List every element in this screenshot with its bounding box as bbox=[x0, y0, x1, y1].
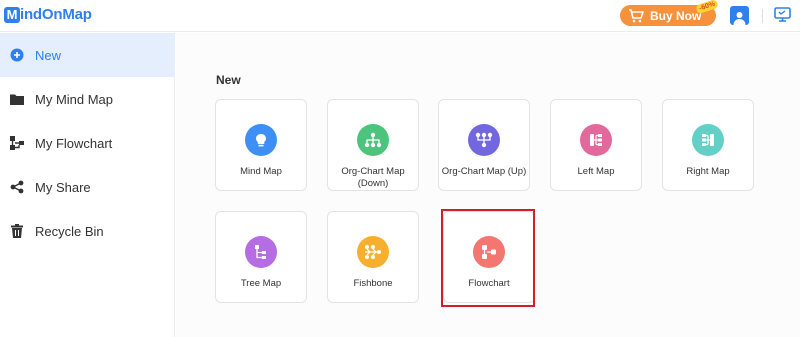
plus-circle-icon bbox=[10, 48, 24, 62]
template-label: Left Map bbox=[577, 166, 615, 177]
monitor-icon[interactable] bbox=[774, 7, 791, 22]
sidebar-item-label: My Flowchart bbox=[35, 135, 113, 151]
top-bar: M indOnMap Buy Now -60% bbox=[0, 0, 800, 32]
sidebar-item-label: Recycle Bin bbox=[35, 223, 104, 239]
logo-text: indOnMap bbox=[20, 6, 92, 23]
template-card-tree-map[interactable]: Tree Map bbox=[215, 211, 307, 303]
org-chart-up-icon bbox=[468, 124, 500, 156]
user-silhouette-icon bbox=[733, 12, 746, 25]
share-icon bbox=[10, 180, 24, 194]
template-label: Right Map bbox=[686, 166, 730, 177]
template-card-fishbone[interactable]: Fishbone bbox=[327, 211, 419, 303]
fishbone-icon bbox=[357, 236, 389, 268]
template-card-org-chart-down[interactable]: Org-Chart Map (Down) bbox=[327, 99, 419, 191]
tree-map-icon bbox=[245, 236, 277, 268]
sidebar-item-my-flowchart[interactable]: My Flowchart bbox=[0, 121, 175, 165]
section-title: New bbox=[216, 73, 241, 87]
sidebar-item-my-mind-map[interactable]: My Mind Map bbox=[0, 77, 175, 121]
template-label: Mind Map bbox=[240, 166, 282, 177]
buy-now-label: Buy Now bbox=[650, 8, 702, 23]
template-label: Org-Chart Map (Down) bbox=[341, 166, 405, 189]
sidebar: New My Mind Map My Flowchart My Share Re… bbox=[0, 33, 175, 337]
template-label: Fishbone bbox=[353, 278, 393, 289]
trash-icon bbox=[10, 224, 24, 238]
header-divider bbox=[762, 9, 763, 23]
sidebar-item-my-share[interactable]: My Share bbox=[0, 165, 175, 209]
sidebar-item-label: New bbox=[35, 47, 62, 63]
template-label: Org-Chart Map (Up) bbox=[441, 166, 527, 177]
org-chart-down-icon bbox=[357, 124, 389, 156]
template-card-right-map[interactable]: Right Map bbox=[662, 99, 754, 191]
user-icon[interactable] bbox=[730, 6, 749, 25]
logo-mark: M bbox=[4, 6, 20, 23]
discount-badge: -60% bbox=[694, 0, 719, 15]
logo[interactable]: M indOnMap bbox=[4, 6, 92, 23]
template-card-mind-map[interactable]: Mind Map bbox=[215, 99, 307, 191]
sidebar-item-label: My Share bbox=[35, 179, 91, 195]
flowchart-highlight-box bbox=[441, 209, 535, 307]
sidebar-item-new[interactable]: New bbox=[0, 33, 175, 77]
sidebar-item-recycle-bin[interactable]: Recycle Bin bbox=[0, 209, 175, 253]
template-card-org-chart-up[interactable]: Org-Chart Map (Up) bbox=[438, 99, 530, 191]
flowchart-icon bbox=[10, 136, 24, 150]
folder-icon bbox=[10, 92, 24, 106]
sidebar-item-label: My Mind Map bbox=[35, 91, 114, 107]
template-label: Tree Map bbox=[240, 278, 282, 289]
brain-icon bbox=[245, 124, 277, 156]
left-map-icon bbox=[580, 124, 612, 156]
buy-now-button[interactable]: Buy Now -60% bbox=[620, 0, 719, 26]
cart-icon bbox=[629, 8, 644, 22]
right-map-icon bbox=[692, 124, 724, 156]
template-card-left-map[interactable]: Left Map bbox=[550, 99, 642, 191]
main-content: New Mind Map Org-Chart Map (Down) Org-Ch… bbox=[176, 33, 800, 337]
